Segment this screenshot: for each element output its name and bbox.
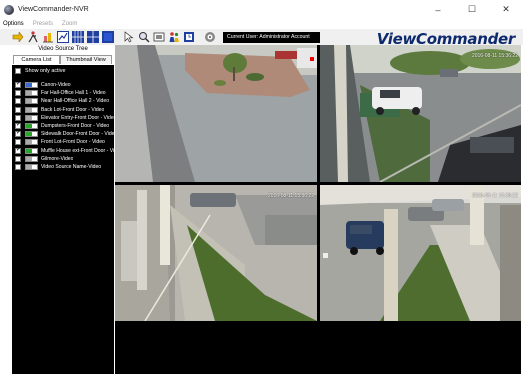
camera-label: Near Hall-Office Hall 2 - Video	[41, 98, 110, 105]
camera-label: Video Source Name-Video	[41, 163, 102, 170]
close-button[interactable]: ✕	[489, 0, 523, 19]
camera-checkbox[interactable]	[15, 163, 21, 170]
status-bar	[0, 374, 523, 381]
window-title: ViewCommander-NVR	[18, 6, 89, 13]
camera-list-item[interactable]: Canon-Video	[12, 81, 114, 89]
tabs-header: Video Source Tree Camera List Thumbnail …	[12, 45, 114, 65]
camera-label: Gilmore-Video	[41, 155, 74, 162]
grid-2x2-icon[interactable]	[72, 31, 84, 43]
chart-icon[interactable]	[57, 31, 69, 43]
video-tile-2[interactable]: 2016-08-11 15:36:22	[320, 45, 521, 182]
menu-options[interactable]: Options	[3, 21, 24, 27]
show-only-active-checkbox[interactable]	[15, 68, 21, 74]
camera-checkbox[interactable]	[15, 130, 21, 138]
video-tile-3[interactable]: 2016-08-11 15:36:22	[115, 185, 317, 321]
camera-source-icon	[25, 155, 38, 162]
camera-source-icon	[25, 131, 38, 138]
camera-label: Front Lot-Front Door - Video	[41, 139, 105, 146]
grid-1-icon[interactable]	[87, 31, 99, 43]
maximize-button[interactable]: ☐	[455, 0, 489, 19]
tab-thumbnail-view[interactable]: Thumbnail View	[60, 55, 112, 64]
sidebar: Video Source Tree Camera List Thumbnail …	[12, 45, 114, 374]
video-tile-1[interactable]	[115, 45, 317, 182]
camera-checkbox[interactable]	[15, 106, 21, 113]
camera-list-item[interactable]: Back Lot-Front Door - Video	[12, 106, 114, 114]
camera-list-item[interactable]: Sidewalk Door-Front Door - Video	[12, 130, 114, 138]
camera-checkbox[interactable]	[15, 98, 21, 105]
camera-list-item[interactable]: Far Hall-Office Hall 1 - Video	[12, 89, 114, 97]
camera-list-item[interactable]: Front Lot-Front Door - Video	[12, 138, 114, 146]
gear-icon[interactable]	[204, 31, 216, 43]
camera-source-icon	[25, 98, 38, 105]
camera-checkbox[interactable]	[15, 139, 21, 146]
arrow-icon[interactable]	[12, 31, 24, 43]
app-icon	[4, 4, 14, 15]
camera-icon[interactable]	[42, 31, 54, 43]
camera-source-icon	[25, 139, 38, 146]
snapshot-icon[interactable]	[153, 31, 165, 43]
timestamp: 2016-08-11 15:36:22	[471, 53, 518, 59]
camera-checkbox[interactable]	[15, 81, 21, 89]
camera-label: Canon-Video	[41, 82, 71, 89]
minimize-button[interactable]: –	[421, 0, 455, 19]
timestamp: 2016-08-11 15:36:22	[471, 193, 518, 199]
show-only-active-toggle[interactable]: Show only active	[12, 65, 114, 77]
camera-checkbox[interactable]	[15, 90, 21, 97]
zoom-icon[interactable]	[138, 31, 150, 43]
empty-video-area	[115, 322, 521, 374]
current-user-box: Current User: Administrator Account	[223, 31, 320, 43]
camera-list-item[interactable]: Muffle House ext-Front Door - Video	[12, 147, 114, 155]
clock-icon[interactable]	[183, 31, 195, 43]
tree-title: Video Source Tree	[38, 46, 88, 52]
menu-zoom[interactable]: Zoom	[62, 21, 77, 27]
camera-checkbox[interactable]	[15, 155, 21, 162]
camera-source-icon	[25, 123, 38, 130]
grid-single-icon[interactable]	[102, 31, 114, 43]
camera-source-icon	[25, 147, 38, 154]
menu-bar: Options Presets Zoom	[0, 19, 523, 29]
camera-label: Sidewalk Door-Front Door - Video	[41, 131, 114, 138]
camera-label: Elevator Entry-Front Door - Video	[41, 114, 114, 121]
window-controls: – ☐ ✕	[421, 0, 523, 19]
camera-checkbox[interactable]	[15, 147, 21, 154]
menu-presets[interactable]: Presets	[33, 21, 53, 27]
camera-checkbox[interactable]	[15, 114, 21, 121]
show-only-active-label: Show only active	[25, 68, 66, 74]
camera-label: Muffle House ext-Front Door - Video	[41, 147, 114, 154]
camera-list-item[interactable]: Dumpsters-Front Door - Video	[12, 122, 114, 130]
timestamp: 2016-08-11 15:36:22	[267, 193, 314, 199]
camera-label: Back Lot-Front Door - Video	[41, 106, 105, 113]
camera-source-icon	[25, 106, 38, 113]
camera-list-item[interactable]: Video Source Name-Video	[12, 163, 114, 171]
people-icon[interactable]	[168, 31, 180, 43]
title-bar: ViewCommander-NVR – ☐ ✕	[0, 0, 523, 19]
tab-camera-list[interactable]: Camera List	[13, 55, 60, 64]
person-run-icon[interactable]	[27, 31, 39, 43]
camera-source-icon	[25, 163, 38, 170]
camera-source-icon	[25, 82, 38, 89]
recording-indicator	[310, 57, 314, 61]
camera-label: Dumpsters-Front Door - Video	[41, 123, 110, 130]
camera-checkbox[interactable]	[15, 122, 21, 130]
camera-list-item[interactable]: Near Hall-Office Hall 2 - Video	[12, 97, 114, 105]
camera-label: Far Hall-Office Hall 1 - Video	[41, 90, 106, 97]
camera-source-icon	[25, 90, 38, 97]
camera-list-item[interactable]: Gilmore-Video	[12, 155, 114, 163]
select-icon[interactable]	[123, 31, 135, 43]
camera-list: Canon-VideoFar Hall-Office Hall 1 - Vide…	[12, 81, 114, 171]
camera-source-icon	[25, 114, 38, 121]
camera-list-item[interactable]: Elevator Entry-Front Door - Video	[12, 114, 114, 122]
video-tile-4[interactable]: 2016-08-11 15:36:22	[320, 185, 521, 321]
